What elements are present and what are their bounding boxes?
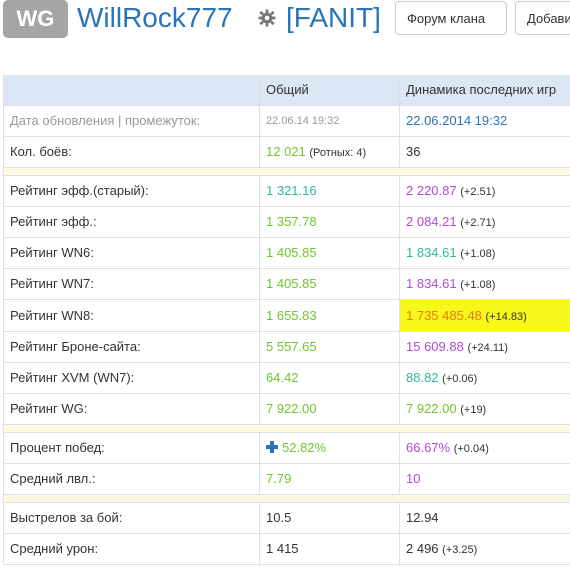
table-row-xvm: Рейтинг XVM (WN7): 64.42 88.82 (+0.06) — [4, 363, 570, 394]
wn6-delta: (+1.08) — [460, 248, 496, 260]
wn7-delta: (+1.08) — [460, 279, 496, 291]
table-row-avg-damage: Средний урон: 1 415 2 496 (+3.25) — [4, 534, 570, 565]
table-separator — [4, 495, 570, 503]
row-label: Процент побед: — [10, 440, 105, 455]
table-header-row: Общий Динамика последних игр — [4, 75, 570, 106]
stats-table: Общий Динамика последних игр Дата обновл… — [3, 75, 570, 565]
wn6-total: 1 405.85 — [259, 238, 399, 268]
shots-total: 10.5 — [259, 503, 399, 533]
wn7-recent-cell: 1 834.61 (+1.08) — [399, 269, 570, 299]
clan-forum-button[interactable]: Форум клана — [395, 1, 507, 35]
wn8-delta: (+14.83) — [485, 311, 527, 323]
clan-tag-link[interactable]: [FANIT] — [286, 1, 381, 35]
row-label: Выстрелов за бой: — [10, 510, 123, 525]
row-label: Рейтинг эфф.(старый): — [10, 183, 149, 198]
row-label: Рейтинг эфф.: — [10, 214, 97, 229]
armor-recent: 15 609.88 — [406, 339, 464, 354]
xvm-recent-cell: 88.82 (+0.06) — [399, 363, 570, 393]
updated-recent: 22.06.2014 19:32 — [399, 106, 570, 136]
row-label: Рейтинг Броне-сайта: — [10, 339, 141, 354]
player-name[interactable]: WillRock777 — [77, 1, 233, 35]
winrate-total: 52.82% — [282, 440, 327, 455]
eff-delta: (+2.71) — [460, 217, 496, 229]
row-label: Рейтинг XVM (WN7): — [10, 370, 135, 385]
row-label: Дата обновления | промежуток: — [10, 113, 201, 128]
table-row-eff-old: Рейтинг эфф.(старый): 1 321.16 2 220.87 … — [4, 176, 570, 207]
table-separator — [4, 168, 570, 176]
avg-damage-total: 1 415 — [259, 534, 399, 564]
battles-total: 12 021 — [266, 144, 306, 159]
wg-total: 7 922.00 — [259, 394, 399, 424]
wn6-recent: 1 834.61 — [406, 245, 457, 260]
battles-total-cell: 12 021 (Ротных: 4) — [259, 137, 399, 167]
page-header: WG WillRock777 [FANIT] Форум клана Добав… — [0, 0, 570, 40]
avg-level-total: 7.79 — [259, 464, 399, 494]
xvm-delta: (+0.06) — [442, 373, 478, 385]
row-label: Рейтинг WN8: — [10, 308, 94, 323]
avg-level-recent: 10 — [399, 464, 570, 494]
table-row-battles: Кол. боёв: 12 021 (Ротных: 4) 36 — [4, 137, 570, 168]
eff-recent-cell: 2 084.21 (+2.71) — [399, 207, 570, 237]
gear-icon — [258, 9, 276, 27]
wn8-recent: 1 735 485.48 — [406, 308, 482, 323]
table-row-wn6: Рейтинг WN6: 1 405.85 1 834.61 (+1.08) — [4, 238, 570, 269]
table-row-wg: Рейтинг WG: 7 922.00 7 922.00 (+19) — [4, 394, 570, 425]
table-row-updated: Дата обновления | промежуток: 22.06.14 1… — [4, 106, 570, 137]
armor-delta: (+24.11) — [467, 342, 508, 354]
plus-icon — [266, 441, 278, 453]
table-row-winrate: Процент побед: 52.82% 66.67% (+0.04) — [4, 433, 570, 464]
armor-recent-cell: 15 609.88 (+24.11) — [399, 332, 570, 362]
eff-recent: 2 084.21 — [406, 214, 457, 229]
eff-total: 1 357.78 — [259, 207, 399, 237]
avg-damage-recent: 2 496 — [406, 541, 439, 556]
row-label: Рейтинг WG: — [10, 401, 88, 416]
wn8-recent-cell: 1 735 485.48 (+14.83) — [399, 300, 570, 331]
table-row-wn7: Рейтинг WN7: 1 405.85 1 834.61 (+1.08) — [4, 269, 570, 300]
wn6-recent-cell: 1 834.61 (+1.08) — [399, 238, 570, 268]
add-button[interactable]: Добави — [515, 1, 570, 35]
winrate-total-cell: 52.82% — [259, 433, 399, 463]
battles-recent: 36 — [399, 137, 570, 167]
updated-total: 22.06.14 19:32 — [259, 106, 399, 136]
battles-note: (Ротных: 4) — [309, 147, 367, 159]
row-label: Средний лвл.: — [10, 471, 96, 486]
header-cell-total: Общий — [259, 75, 399, 105]
header-cell-label — [4, 75, 259, 105]
wn7-recent: 1 834.61 — [406, 276, 457, 291]
row-label: Рейтинг WN7: — [10, 276, 94, 291]
eff-old-total: 1 321.16 — [259, 176, 399, 206]
xvm-recent: 88.82 — [406, 370, 439, 385]
winrate-recent-cell: 66.67% (+0.04) — [399, 433, 570, 463]
wg-badge[interactable]: WG — [3, 0, 68, 38]
table-row-armor: Рейтинг Броне-сайта: 5 557.65 15 609.88 … — [4, 332, 570, 363]
wg-recent-cell: 7 922.00 (+19) — [399, 394, 570, 424]
armor-total: 5 557.65 — [259, 332, 399, 362]
eff-old-delta: (+2.51) — [460, 186, 496, 198]
avg-damage-recent-cell: 2 496 (+3.25) — [399, 534, 570, 564]
avg-damage-delta: (+3.25) — [442, 544, 478, 556]
row-label: Средний урон: — [10, 541, 99, 556]
table-row-eff: Рейтинг эфф.: 1 357.78 2 084.21 (+2.71) — [4, 207, 570, 238]
xvm-total: 64.42 — [259, 363, 399, 393]
wn7-total: 1 405.85 — [259, 269, 399, 299]
wn8-total: 1 655.83 — [259, 300, 399, 331]
winrate-recent: 66.67% — [406, 440, 451, 455]
eff-old-recent-cell: 2 220.87 (+2.51) — [399, 176, 570, 206]
table-separator — [4, 425, 570, 433]
winrate-delta: (+0.04) — [453, 443, 489, 455]
table-row-wn8: Рейтинг WN8: 1 655.83 1 735 485.48 (+14.… — [4, 300, 570, 332]
table-row-avg-level: Средний лвл.: 7.79 10 — [4, 464, 570, 495]
row-label: Кол. боёв: — [10, 144, 72, 159]
wg-delta: (+19) — [460, 404, 487, 416]
row-label: Рейтинг WN6: — [10, 245, 94, 260]
header-cell-recent: Динамика последних игр — [399, 75, 570, 105]
wg-recent: 7 922.00 — [406, 401, 457, 416]
shots-recent: 12.94 — [399, 503, 570, 533]
eff-old-recent: 2 220.87 — [406, 183, 457, 198]
table-row-shots: Выстрелов за бой: 10.5 12.94 — [4, 503, 570, 534]
